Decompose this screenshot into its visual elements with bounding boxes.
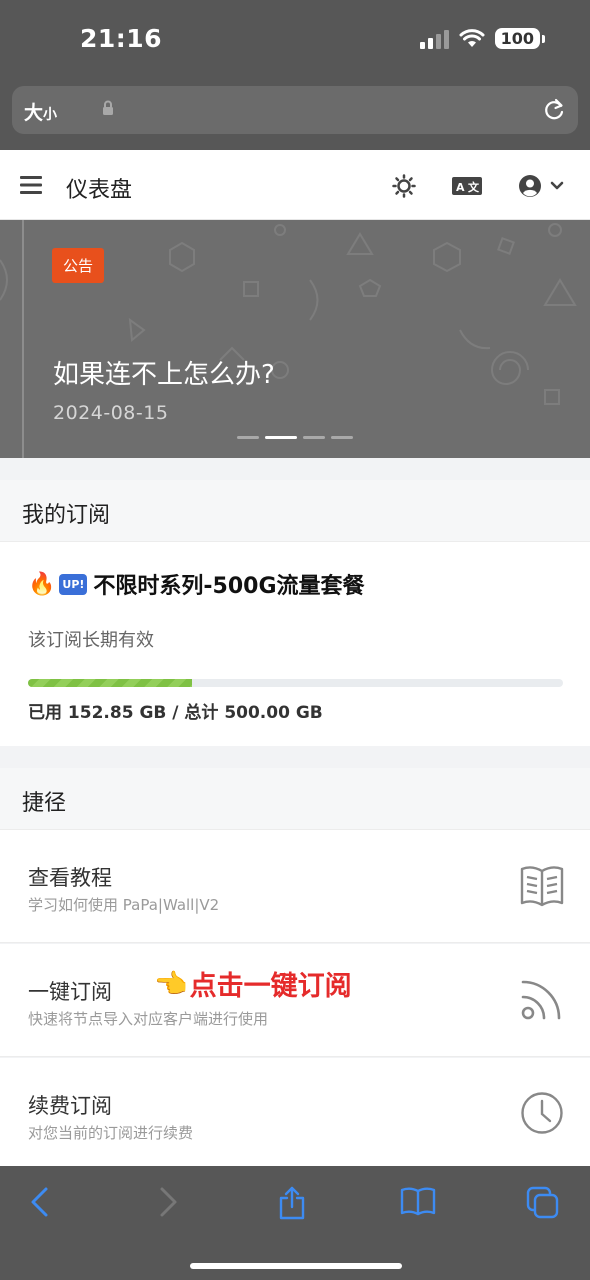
home-indicator xyxy=(190,1263,402,1269)
carousel-dot[interactable] xyxy=(237,436,259,439)
user-avatar-icon xyxy=(519,175,541,197)
annotation-callout: 👈 点击一键订阅 xyxy=(154,964,352,1003)
shortcut-description: 对您当前的订阅进行续费 xyxy=(28,1124,194,1142)
shortcut-title: 查看教程 xyxy=(28,866,112,890)
plan-name-row: 🔥 UP! 不限时系列-500G流量套餐 xyxy=(28,568,365,600)
app-header: 仪表盘 A 文 xyxy=(0,150,590,220)
book-icon xyxy=(520,866,564,907)
status-icons: 100 xyxy=(419,28,546,49)
carousel-edge xyxy=(22,220,24,458)
rss-icon xyxy=(521,980,561,1020)
language-icon[interactable]: A 文 xyxy=(452,177,482,195)
notice-badge: 公告 xyxy=(52,248,105,283)
traffic-progress-fill xyxy=(28,679,192,687)
carousel-indicators xyxy=(237,436,353,439)
cellular-signal-icon xyxy=(419,29,449,49)
carousel-dot[interactable] xyxy=(303,436,325,439)
carousel-dot-active[interactable] xyxy=(265,436,297,439)
svg-text:文: 文 xyxy=(468,180,480,194)
subscription-card: 🔥 UP! 不限时系列-500G流量套餐 该订阅长期有效 已用 152.85 G… xyxy=(0,542,590,746)
shortcut-title: 续费订阅 xyxy=(28,1094,112,1118)
text-size-small-label: 小 xyxy=(43,107,58,123)
subscription-validity: 该订阅长期有效 xyxy=(28,630,154,651)
up-icon: UP! xyxy=(59,573,88,595)
shortcuts-section-header: 捷径 xyxy=(0,768,590,830)
bookmarks-icon[interactable] xyxy=(400,1186,436,1216)
subscription-section-header: 我的订阅 xyxy=(0,480,590,542)
user-menu[interactable] xyxy=(518,174,564,198)
tabs-icon[interactable] xyxy=(526,1186,560,1220)
theme-toggle-icon[interactable] xyxy=(392,174,416,198)
annotation-text: 点击一键订阅 xyxy=(189,971,352,1002)
plan-name: 不限时系列-500G流量套餐 xyxy=(93,574,365,599)
shortcuts-section-title: 捷径 xyxy=(22,791,67,816)
url-bar[interactable]: 大小 xyxy=(12,86,578,134)
back-icon[interactable] xyxy=(28,1186,52,1218)
traffic-usage-text: 已用 152.85 GB / 总计 500.00 GB xyxy=(28,703,323,723)
shortcut-one-click-subscribe[interactable]: 一键订阅 👈 点击一键订阅 快速将节点导入对应客户端进行使用 xyxy=(0,944,590,1057)
shortcut-title: 一键订阅 xyxy=(28,980,112,1004)
notice-title[interactable]: 如果连不上怎么办? xyxy=(53,354,275,391)
status-time: 21:16 xyxy=(80,24,163,53)
forward-icon[interactable] xyxy=(156,1186,180,1218)
shortcut-description: 学习如何使用 PaPa|Wall|V2 xyxy=(28,896,220,914)
subscription-section-title: 我的订阅 xyxy=(22,503,111,528)
browser-chrome-top: 21:16 100 大小 xyxy=(0,0,590,150)
notice-date: 2024-08-15 xyxy=(53,402,169,424)
traffic-progress-bar xyxy=(28,679,563,687)
lock-icon xyxy=(103,100,113,115)
shortcut-tutorial[interactable]: 查看教程 学习如何使用 PaPa|Wall|V2 xyxy=(0,830,590,943)
text-size-large-label: 大 xyxy=(24,102,44,124)
wifi-icon xyxy=(459,28,485,47)
announcement-carousel[interactable]: 公告 如果连不上怎么办? 2024-08-15 xyxy=(0,220,590,458)
fire-icon: 🔥 xyxy=(28,571,56,597)
menu-icon[interactable] xyxy=(20,176,42,194)
carousel-dot[interactable] xyxy=(331,436,353,439)
share-icon[interactable] xyxy=(278,1186,306,1220)
battery-indicator: 100 xyxy=(494,28,546,49)
shortcut-renew[interactable]: 续费订阅 对您当前的订阅进行续费 xyxy=(0,1058,590,1171)
clock-icon xyxy=(521,1092,563,1134)
pointing-hand-icon: 👈 xyxy=(154,968,188,1000)
reload-icon[interactable] xyxy=(542,97,566,123)
svg-text:A: A xyxy=(456,181,465,194)
page-title: 仪表盘 xyxy=(66,178,133,203)
chevron-down-icon xyxy=(550,181,564,190)
shortcut-description: 快速将节点导入对应客户端进行使用 xyxy=(28,1010,269,1028)
text-size-button[interactable]: 大小 xyxy=(24,98,57,125)
